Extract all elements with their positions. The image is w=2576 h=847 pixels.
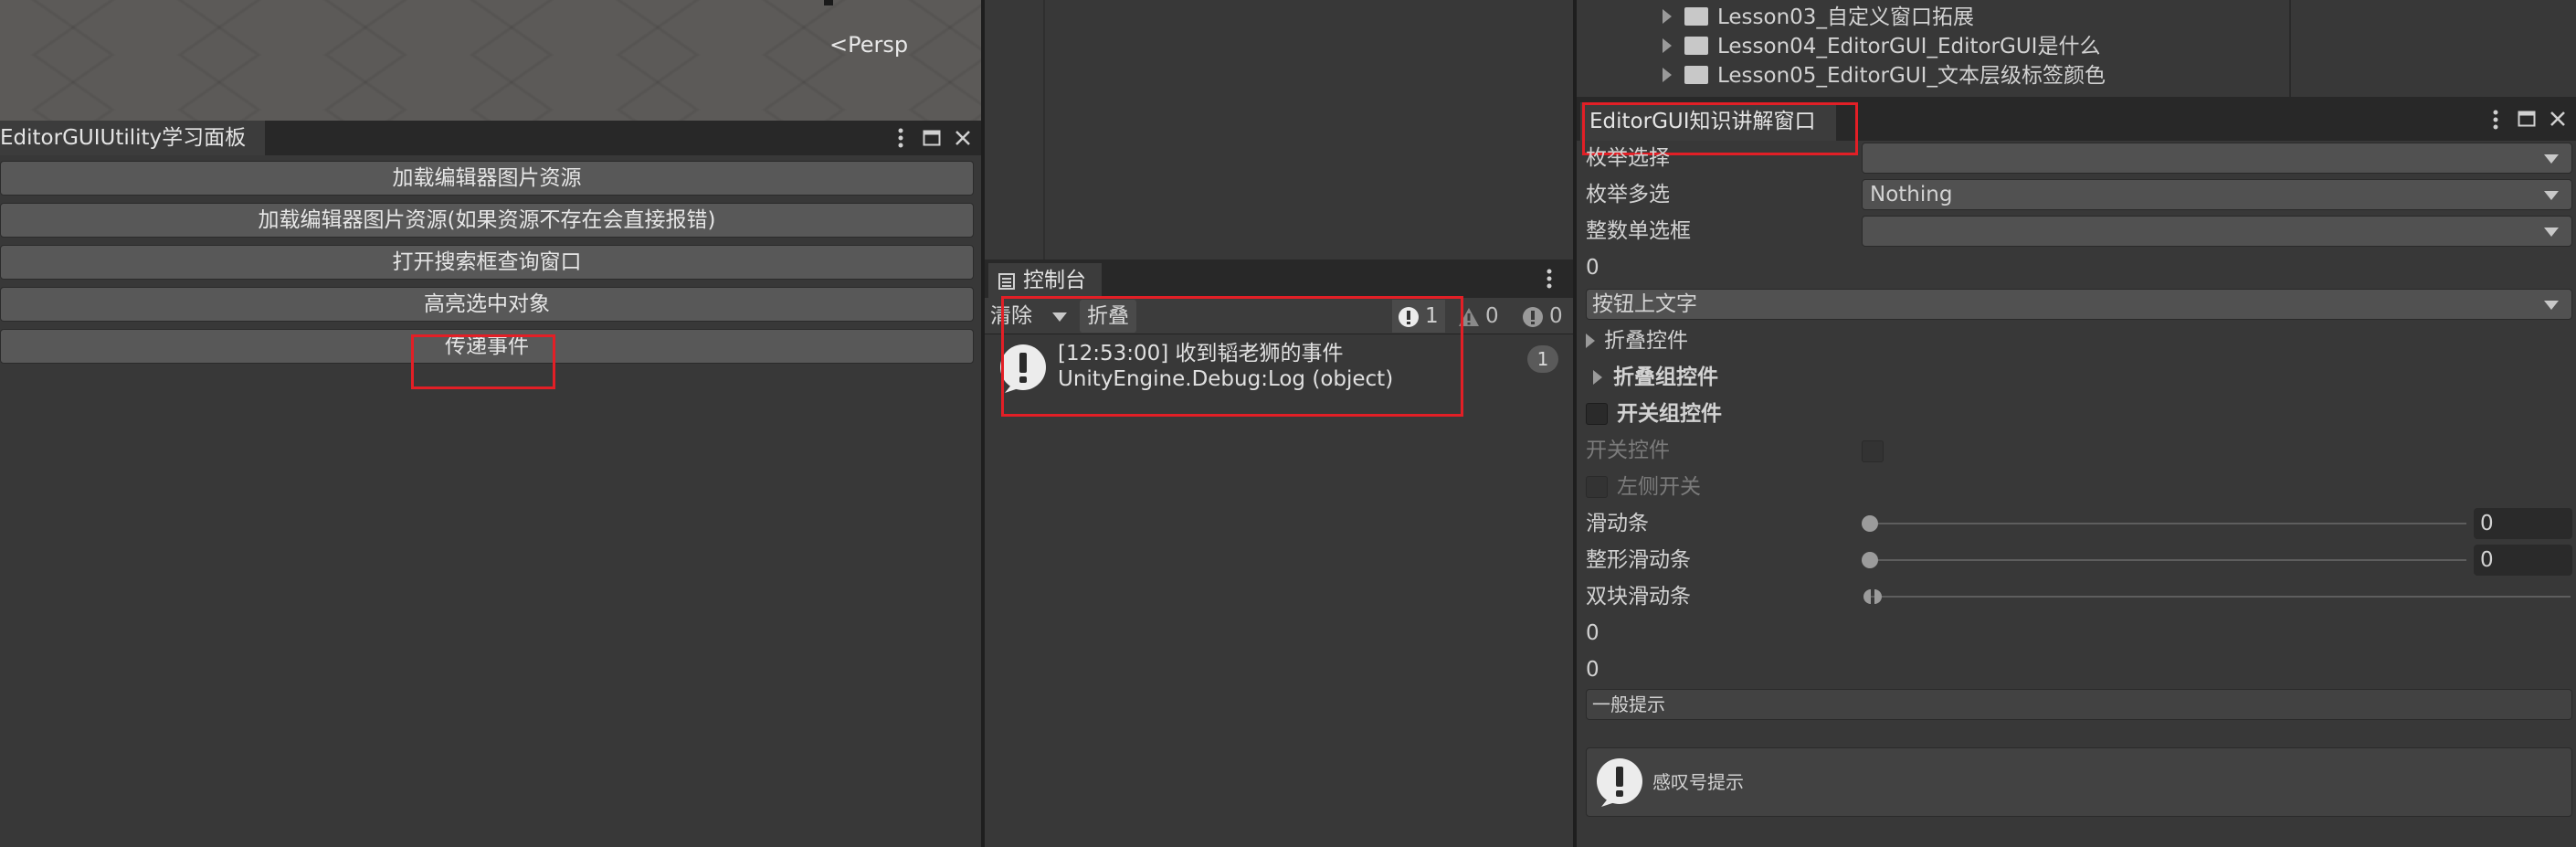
console-window: 控制台 清除 折叠 1 0 0 [12:53:00] 收到韬老狮的事件 Unit… xyxy=(985,259,1573,847)
utility-close-icon[interactable] xyxy=(954,129,972,147)
helpbox-normal-text: 一般提示 xyxy=(1592,693,1665,715)
open-search-window-button[interactable]: 打开搜索框查询窗口 xyxy=(0,245,974,280)
console-tab-label: 控制台 xyxy=(1023,269,1086,292)
toggle-left-label: 左侧开关 xyxy=(1617,475,1701,499)
int-slider-label: 整形滑动条 xyxy=(1586,548,1691,572)
console-list-icon xyxy=(998,272,1016,291)
persp-label[interactable]: <Persp xyxy=(829,31,908,58)
helpbox-normal: 一般提示 xyxy=(1586,689,2572,720)
warn-count: 0 xyxy=(1485,304,1499,328)
foldout-group-label: 折叠组控件 xyxy=(1613,365,1718,389)
error-icon xyxy=(1522,306,1544,328)
helpbox-warning-text: 感叹号提示 xyxy=(1652,771,1744,793)
int-value-text: 0 xyxy=(1586,256,1599,280)
int-slider-value-field[interactable]: 0 xyxy=(2474,545,2572,576)
folder-label: Lesson05_EditorGUI_文本层级标签颜色 xyxy=(1717,64,2106,88)
enum-mask-field[interactable]: Nothing xyxy=(1862,179,2572,210)
load-required-resource-button[interactable]: 加载编辑器图片资源(如果资源不存在会直接报错) xyxy=(0,203,974,238)
utility-maximize-icon[interactable] xyxy=(923,129,941,147)
slider-track xyxy=(1869,523,2466,524)
int-slider-track xyxy=(1869,559,2466,561)
toggle-left[interactable]: 左侧开关 xyxy=(1584,471,1949,503)
int-slider[interactable] xyxy=(1862,545,2474,576)
folder-label: Lesson03_自定义窗口拓展 xyxy=(1717,5,1974,29)
project-tree: Lesson03_自定义窗口拓展 Lesson04_EditorGUI_Edit… xyxy=(1577,0,2576,97)
toggle-checkbox[interactable] xyxy=(1862,440,1884,462)
project-tree-scrollbar[interactable] xyxy=(2289,0,2291,97)
minmax-slider-label: 双块滑动条 xyxy=(1586,585,1691,609)
enum-mask-value: Nothing xyxy=(1870,183,1953,206)
toggle-left-checkbox[interactable] xyxy=(1586,476,1608,498)
utility-window: EditorGUIUtility学习面板 加载编辑器图片资源 加载编辑器图片资源… xyxy=(0,121,981,847)
foldout-arrow-icon xyxy=(1586,334,1595,348)
toggle-label: 开关控件 xyxy=(1586,439,1670,462)
enum-mask-label: 枚举多选 xyxy=(1586,183,1670,206)
folder-label: Lesson04_EditorGUI_EditorGUI是什么 xyxy=(1717,35,2101,58)
slider-value: 0 xyxy=(2480,512,2494,535)
expand-arrow-icon xyxy=(1663,38,1672,53)
int-slider-value: 0 xyxy=(2480,548,2494,572)
int-popup[interactable] xyxy=(1862,216,2572,247)
minmax-slider[interactable] xyxy=(1862,581,2572,612)
minmax-max-value: 0 xyxy=(1586,658,1599,682)
chevron-down-icon xyxy=(2544,301,2559,310)
chevron-down-icon xyxy=(2544,154,2559,164)
chevron-down-icon xyxy=(2544,228,2559,237)
folder-icon xyxy=(1684,66,1708,84)
ping-object-button[interactable]: 高亮选中对象 xyxy=(0,287,974,322)
utility-tabbar: EditorGUIUtility学习面板 xyxy=(0,121,981,155)
foldout[interactable]: 折叠控件 xyxy=(1584,325,1949,356)
persp-chevron-icon: < xyxy=(829,32,849,58)
int-slider-thumb[interactable] xyxy=(1862,552,1878,568)
toggle-group-label: 开关组控件 xyxy=(1617,402,1722,426)
chevron-down-icon xyxy=(2544,191,2559,200)
folder-icon xyxy=(1684,7,1708,26)
middle-divider-line xyxy=(1043,0,1045,259)
log-entry-highlight xyxy=(1001,296,1463,417)
slider-thumb[interactable] xyxy=(1862,515,1878,532)
send-event-highlight xyxy=(411,334,555,389)
foldout-group-arrow-icon xyxy=(1593,370,1602,385)
dropdown-button[interactable]: 按钮上文字 xyxy=(1586,289,2572,320)
editorgui-close-icon[interactable] xyxy=(2549,110,2567,128)
expand-arrow-icon xyxy=(1663,68,1672,82)
helpbox-info-icon xyxy=(1596,757,1643,809)
scene-grid xyxy=(0,0,981,121)
int-popup-label: 整数单选框 xyxy=(1586,219,1691,243)
slider-label: 滑动条 xyxy=(1586,512,1649,535)
console-tab[interactable]: 控制台 xyxy=(988,263,1102,298)
minmax-slider-track xyxy=(1871,596,2571,598)
enum-popup-label: 枚举选择 xyxy=(1586,146,1670,170)
slider-value-field[interactable]: 0 xyxy=(2474,508,2572,539)
toggle-group-checkbox[interactable] xyxy=(1586,403,1608,425)
editorgui-window: EditorGUI知识讲解窗口 枚举选择 枚举多选 Nothing 整数单选框 … xyxy=(1577,97,2576,847)
console-menu-icon[interactable] xyxy=(1544,267,1555,291)
editorgui-maximize-icon[interactable] xyxy=(2518,110,2536,128)
slider[interactable] xyxy=(1862,508,2474,539)
utility-menu-icon[interactable] xyxy=(895,126,906,150)
utility-tab-label: EditorGUIUtility学习面板 xyxy=(0,126,247,150)
load-editor-resource-button[interactable]: 加载编辑器图片资源 xyxy=(0,161,974,196)
error-count-toggle[interactable]: 0 xyxy=(1518,300,1569,333)
console-tabbar: 控制台 xyxy=(985,259,1573,298)
editorgui-menu-icon[interactable] xyxy=(2490,108,2501,132)
helpbox-warning: 感叹号提示 xyxy=(1586,747,2572,817)
dropdown-button-text: 按钮上文字 xyxy=(1592,292,1697,316)
enum-popup[interactable] xyxy=(1862,143,2572,174)
scene-gizmo-mark xyxy=(824,0,833,5)
utility-tab[interactable]: EditorGUIUtility学习面板 xyxy=(0,121,265,155)
hierarchy-area xyxy=(985,0,1573,259)
foldout-label: 折叠控件 xyxy=(1604,329,1688,353)
scene-view[interactable]: <Persp xyxy=(0,0,981,121)
folder-icon xyxy=(1684,37,1708,55)
log-entry-count: 1 xyxy=(1527,345,1558,373)
foldout-group[interactable]: 折叠组控件 xyxy=(1584,362,1949,393)
expand-arrow-icon xyxy=(1663,9,1672,24)
minmax-slider-thumb[interactable] xyxy=(1862,588,1885,606)
minmax-min-value: 0 xyxy=(1586,621,1599,645)
error-count: 0 xyxy=(1549,304,1563,328)
toggle-group[interactable]: 开关组控件 xyxy=(1584,398,1949,429)
